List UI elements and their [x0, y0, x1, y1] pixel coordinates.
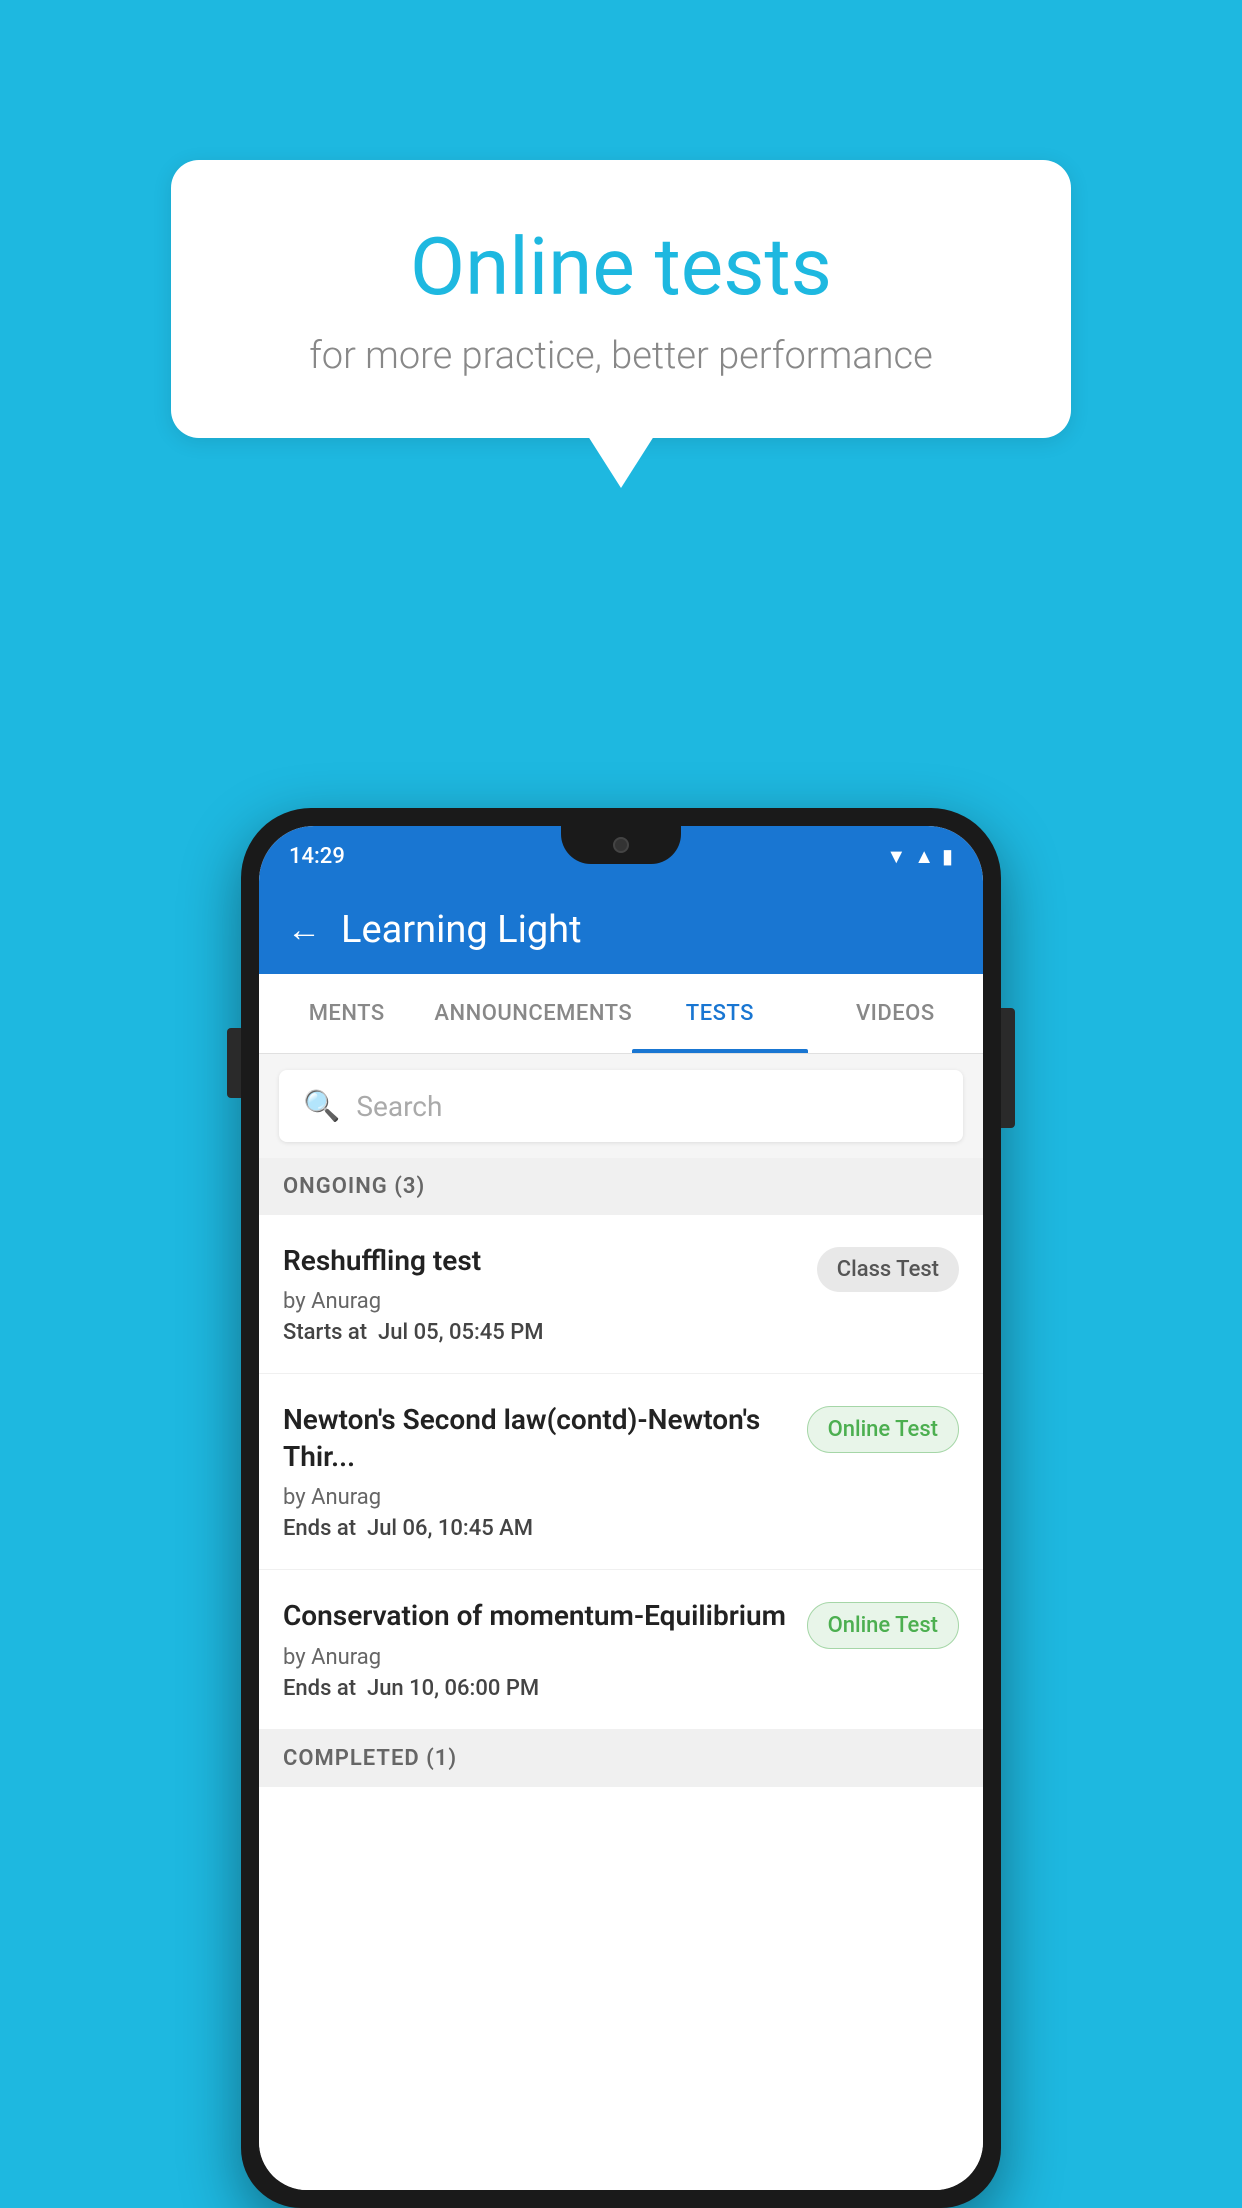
search-placeholder: Search [356, 1090, 442, 1123]
back-button[interactable]: ← [287, 910, 321, 950]
test-info-2: Newton's Second law(contd)-Newton's Thir… [283, 1402, 791, 1541]
camera-dot [613, 837, 629, 853]
test-name-1: Reshuffling test [283, 1243, 801, 1279]
status-bar: 14:29 ▼ ▲ ▮ [259, 826, 983, 886]
test-badge-2: Online Test [807, 1406, 959, 1453]
tab-tests[interactable]: TESTS [632, 974, 807, 1053]
phone-screen: 14:29 ▼ ▲ ▮ ← Learning Light MENTS [259, 826, 983, 2190]
signal-icon: ▲ [914, 844, 934, 869]
search-bar[interactable]: 🔍 Search [279, 1070, 963, 1142]
search-container: 🔍 Search [259, 1054, 983, 1158]
test-item-3[interactable]: Conservation of momentum-Equilibrium by … [259, 1570, 983, 1729]
test-by-1: by Anurag [283, 1289, 801, 1314]
test-name-3: Conservation of momentum-Equilibrium [283, 1598, 791, 1634]
phone-wrapper: 14:29 ▼ ▲ ▮ ← Learning Light MENTS [241, 808, 1001, 2208]
status-time: 14:29 [289, 844, 345, 869]
completed-section-header: COMPLETED (1) [259, 1730, 983, 1787]
tab-announcements[interactable]: ANNOUNCEMENTS [434, 974, 632, 1053]
test-date-1: Starts at Jul 05, 05:45 PM [283, 1320, 801, 1345]
speech-bubble-title: Online tests [241, 220, 1001, 314]
test-item-1[interactable]: Reshuffling test by Anurag Starts at Jul… [259, 1215, 983, 1374]
app-bar: ← Learning Light [259, 886, 983, 974]
content-area: Reshuffling test by Anurag Starts at Jul… [259, 1215, 983, 2190]
notch [561, 826, 681, 864]
status-icons: ▼ ▲ ▮ [886, 844, 953, 869]
speech-bubble: Online tests for more practice, better p… [171, 160, 1071, 438]
test-date-2: Ends at Jul 06, 10:45 AM [283, 1516, 791, 1541]
test-info-3: Conservation of momentum-Equilibrium by … [283, 1598, 791, 1700]
test-item-2[interactable]: Newton's Second law(contd)-Newton's Thir… [259, 1374, 983, 1570]
speech-bubble-container: Online tests for more practice, better p… [171, 160, 1071, 438]
search-icon: 🔍 [303, 1089, 340, 1124]
tab-videos[interactable]: VIDEOS [808, 974, 983, 1053]
test-badge-1: Class Test [817, 1247, 959, 1292]
test-badge-3: Online Test [807, 1602, 959, 1649]
app-bar-title: Learning Light [341, 908, 582, 952]
battery-icon: ▮ [942, 844, 953, 868]
wifi-icon: ▼ [886, 844, 906, 869]
test-by-2: by Anurag [283, 1485, 791, 1510]
tab-ments[interactable]: MENTS [259, 974, 434, 1053]
phone-frame: 14:29 ▼ ▲ ▮ ← Learning Light MENTS [241, 808, 1001, 2208]
test-date-3: Ends at Jun 10, 06:00 PM [283, 1676, 791, 1701]
test-info-1: Reshuffling test by Anurag Starts at Jul… [283, 1243, 801, 1345]
tabs-bar: MENTS ANNOUNCEMENTS TESTS VIDEOS [259, 974, 983, 1054]
test-by-3: by Anurag [283, 1645, 791, 1670]
test-name-2: Newton's Second law(contd)-Newton's Thir… [283, 1402, 791, 1475]
speech-bubble-subtitle: for more practice, better performance [241, 334, 1001, 378]
ongoing-section-header: ONGOING (3) [259, 1158, 983, 1215]
